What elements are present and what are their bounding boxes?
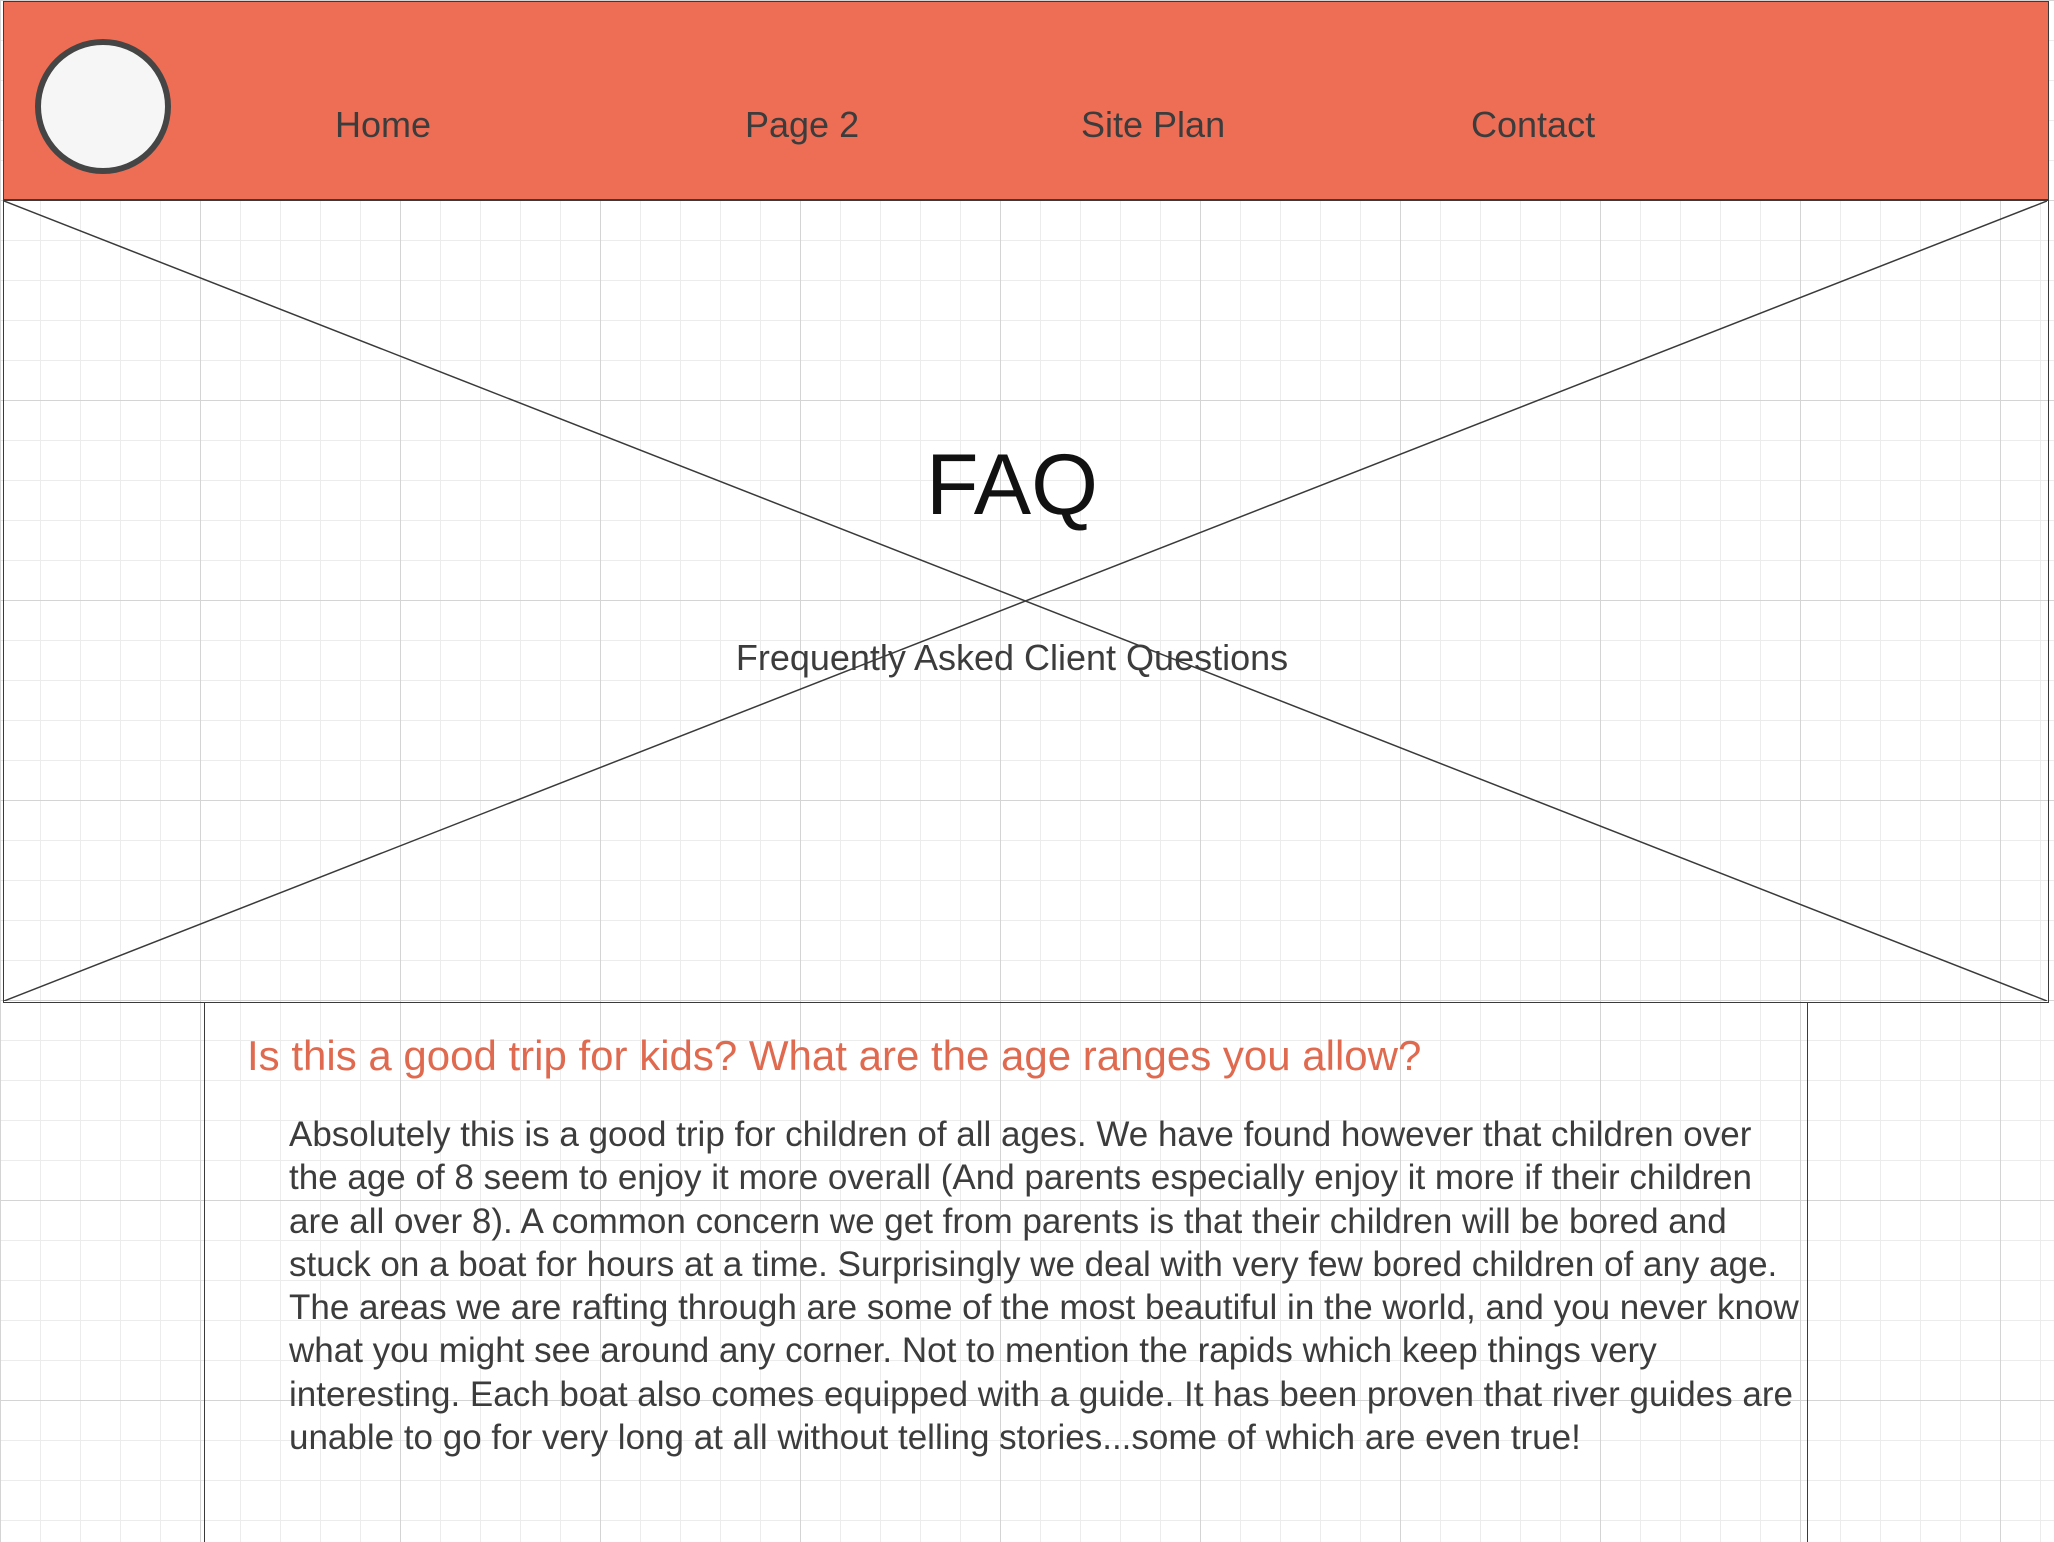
header-bar: Home Page 2 Site Plan Contact (3, 1, 2049, 200)
hero-banner: FAQ Frequently Asked Client Questions (3, 200, 2049, 1003)
logo-placeholder-icon[interactable] (35, 39, 171, 174)
nav-link-site-plan[interactable]: Site Plan (1081, 104, 1225, 146)
faq-question: Is this a good trip for kids? What are t… (247, 1032, 1422, 1079)
page-title: FAQ (925, 437, 1099, 533)
nav-link-contact[interactable]: Contact (1471, 104, 1595, 146)
image-placeholder-icon (4, 201, 2047, 1001)
nav-link-page-2[interactable]: Page 2 (745, 104, 859, 146)
faq-answer: Absolutely this is a good trip for child… (289, 1115, 1799, 1458)
nav-link-home[interactable]: Home (335, 104, 431, 146)
page-subtitle: Frequently Asked Client Questions (735, 637, 1289, 678)
faq-section: Is this a good trip for kids? What are t… (204, 1002, 1808, 1542)
